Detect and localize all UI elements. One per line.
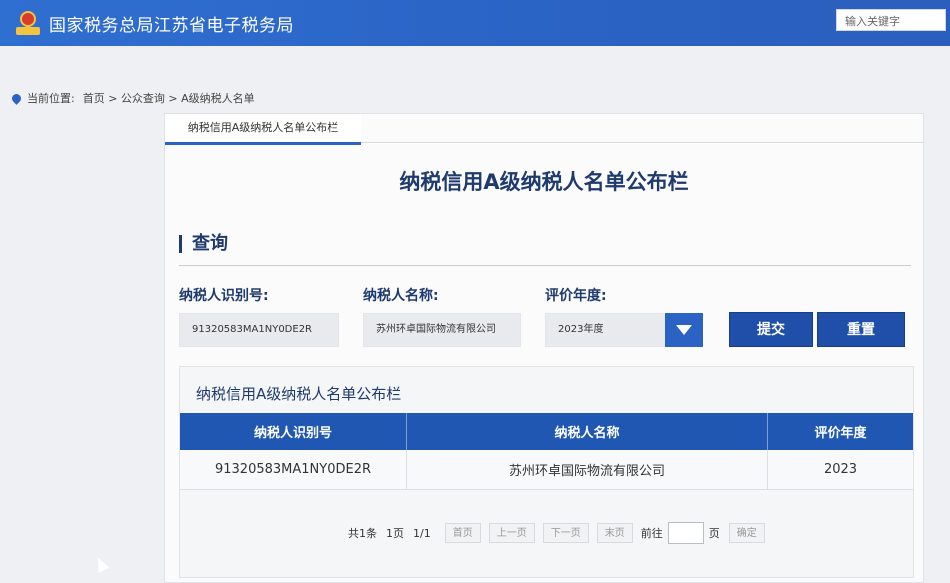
pager-unit-label: 页 [708, 527, 720, 540]
next-page-button[interactable]: 下一页 [542, 523, 589, 543]
result-table: 纳税人识别号 纳税人名称 评价年度 91320583MA1NY0DE2R 苏州环… [180, 413, 913, 490]
column-header-year: 评价年度 [767, 413, 913, 450]
reset-button[interactable]: 重置 [817, 312, 905, 347]
prev-page-button[interactable]: 上一页 [488, 523, 535, 543]
year-label: 评价年度: [545, 288, 607, 304]
tax-bureau-logo-icon [15, 10, 41, 36]
tab-divider [361, 142, 923, 143]
mouse-cursor-icon [92, 555, 110, 573]
top-header-bar: 国家税务总局江苏省电子税务局 输入关键字 [0, 0, 950, 46]
tab-a-level-list[interactable]: 纳税信用A级纳税人名单公布栏 [165, 114, 361, 145]
search-input[interactable]: 输入关键字 [836, 9, 946, 31]
table-row: 91320583MA1NY0DE2R 苏州环卓国际物流有限公司 2023 [180, 450, 913, 490]
query-section-divider [179, 265, 911, 266]
taxpayer-id-label: 纳税人识别号: [179, 288, 269, 304]
pager-goto-label: 前往 [640, 527, 663, 540]
taxpayer-name-input[interactable]: 苏州环卓国际物流有限公司 [363, 313, 521, 347]
main-panel: 纳税信用A级纳税人名单公布栏 纳税信用A级纳税人名单公布栏 查询 纳税人识别号:… [164, 113, 924, 583]
confirm-page-button[interactable]: 确定 [728, 523, 765, 543]
taxpayer-id-input[interactable]: 91320583MA1NY0DE2R [179, 313, 339, 347]
pager-current: 1/1 [413, 526, 431, 540]
table-header-row: 纳税人识别号 纳税人名称 评价年度 [180, 413, 913, 450]
location-pin-icon [10, 91, 23, 105]
submit-button[interactable]: 提交 [729, 312, 813, 347]
pager-total: 共1条 [348, 527, 377, 540]
breadcrumb-label: 当前位置: [27, 92, 75, 105]
cell-taxpayer-name: 苏州环卓国际物流有限公司 [406, 450, 768, 490]
query-section-title: 查询 [179, 235, 228, 253]
taxpayer-name-label: 纳税人名称: [363, 288, 439, 304]
year-select[interactable]: 2023年度 [545, 313, 667, 347]
pager-pages: 1页 [386, 527, 404, 540]
page-title: 纳税信用A级纳税人名单公布栏 [399, 170, 689, 194]
result-title: 纳税信用A级纳税人名单公布栏 [196, 385, 402, 403]
last-page-button[interactable]: 末页 [596, 523, 633, 543]
breadcrumb: 当前位置: 首页 > 公众查询 > A级纳税人名单 [10, 90, 255, 106]
result-panel: 纳税信用A级纳税人名单公布栏 纳税人识别号 纳税人名称 评价年度 9132058… [179, 366, 914, 578]
breadcrumb-path[interactable]: 首页 > 公众查询 > A级纳税人名单 [83, 90, 255, 106]
page-number-input[interactable] [667, 522, 704, 544]
cell-taxpayer-id: 91320583MA1NY0DE2R [180, 450, 407, 490]
column-header-taxpayer-id: 纳税人识别号 [180, 413, 407, 450]
pagination: 共1条 1页 1/1 首页 上一页 下一页 末页 前往 页 确定 [348, 522, 773, 544]
column-header-taxpayer-name: 纳税人名称 [406, 413, 768, 450]
chevron-down-icon[interactable] [665, 313, 703, 347]
site-title: 国家税务总局江苏省电子税务局 [49, 15, 294, 36]
cell-year: 2023 [767, 450, 913, 490]
first-page-button[interactable]: 首页 [444, 523, 481, 543]
